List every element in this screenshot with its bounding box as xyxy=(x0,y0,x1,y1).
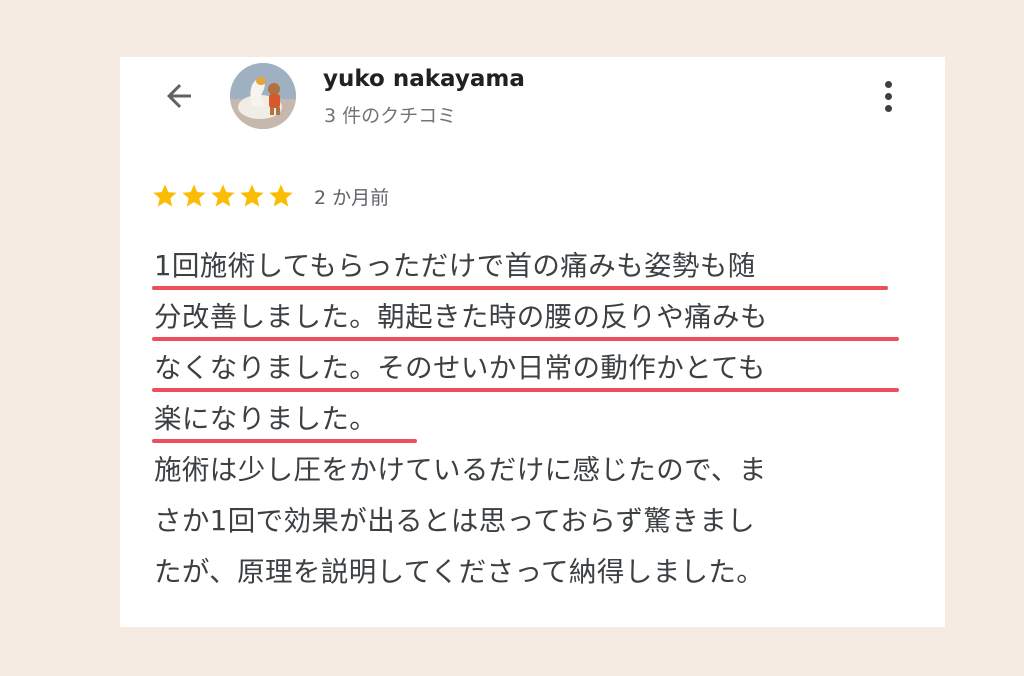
user-name[interactable]: yuko nakayama xyxy=(323,66,525,92)
review-line: 施術は少し圧をかけているだけに感じたので、ま xyxy=(154,454,767,486)
review-line-highlighted: なくなりました。そのせいか日常の動作かとても xyxy=(152,343,914,394)
avatar-photo xyxy=(230,63,296,129)
back-button[interactable] xyxy=(157,74,201,118)
review-line: たが、原理を説明してくださって納得しました。 xyxy=(154,556,765,588)
more-options-button[interactable] xyxy=(870,74,906,118)
more-vertical-icon xyxy=(884,80,892,88)
review-line-highlighted: 楽になりました。 xyxy=(152,394,914,445)
star-rating xyxy=(151,182,295,210)
star-icon xyxy=(211,184,235,207)
review-line-highlighted: 1回施術してもらっただけで首の痛みも姿勢も随 xyxy=(152,241,914,292)
more-vertical-icon-dot xyxy=(884,104,892,112)
more-vertical-icon-dot xyxy=(884,92,892,100)
avatar[interactable] xyxy=(230,63,296,129)
review-line-highlighted: 分改善しました。朝起きた時の腰の反りや痛みも xyxy=(152,292,914,343)
review-count: 3 件のクチコミ xyxy=(324,105,457,127)
star-icon xyxy=(240,184,264,207)
star-icon xyxy=(269,184,293,207)
review-time: 2 か月前 xyxy=(314,187,390,209)
review-text: 1回施術してもらっただけで首の痛みも姿勢も随 分改善しました。朝起きた時の腰の反… xyxy=(152,241,914,598)
star-icon xyxy=(182,184,206,207)
star-icon xyxy=(153,184,177,207)
arrow-back-icon xyxy=(167,84,191,108)
review-line: さか1回で効果が出るとは思っておらず驚きまし xyxy=(154,505,756,537)
